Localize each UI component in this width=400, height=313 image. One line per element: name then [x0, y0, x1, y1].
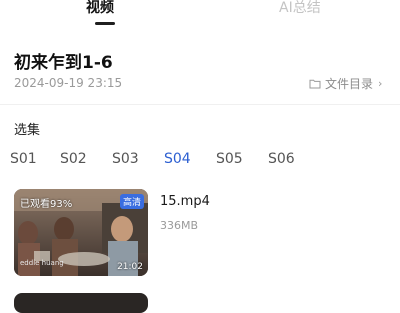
tab-video[interactable]: 视频: [86, 0, 114, 17]
episodes-label: 选集: [14, 123, 41, 138]
chevron-right-icon: ›: [378, 77, 383, 90]
top-tab-bar: 视频 AI总结: [0, 0, 400, 25]
season-tab-s02[interactable]: S02: [60, 151, 87, 167]
folder-icon: [309, 79, 321, 89]
season-selector: S01 S02 S03 S04 S05 S06: [0, 151, 400, 171]
tab-active-indicator: [95, 22, 115, 25]
episode-name[interactable]: 15.mp4: [160, 194, 210, 209]
episode-thumbnail[interactable]: 已观看93% 高清 eddie huang 21:02: [14, 189, 148, 276]
episode-size: 336MB: [160, 219, 199, 232]
watch-progress-label: 已观看93%: [20, 199, 73, 210]
season-tab-s01[interactable]: S01: [10, 151, 37, 167]
duration-label: 21:02: [117, 262, 143, 272]
tab-ai-summary[interactable]: AI总结: [279, 0, 321, 17]
page-title: 初来乍到1-6: [14, 53, 113, 73]
season-tab-s05[interactable]: S05: [216, 151, 243, 167]
divider: [0, 104, 400, 105]
season-tab-s04[interactable]: S04: [164, 151, 191, 167]
quality-badge: 高清: [119, 194, 144, 209]
season-tab-s06[interactable]: S06: [268, 151, 295, 167]
video-watermark: eddie huang: [20, 259, 64, 267]
file-directory-button[interactable]: 文件目录 ›: [309, 75, 382, 92]
file-directory-label: 文件目录: [325, 77, 374, 91]
timestamp: 2024-09-19 23:15: [14, 76, 123, 90]
season-tab-s03[interactable]: S03: [112, 151, 139, 167]
episode-thumbnail-next[interactable]: [14, 293, 148, 313]
